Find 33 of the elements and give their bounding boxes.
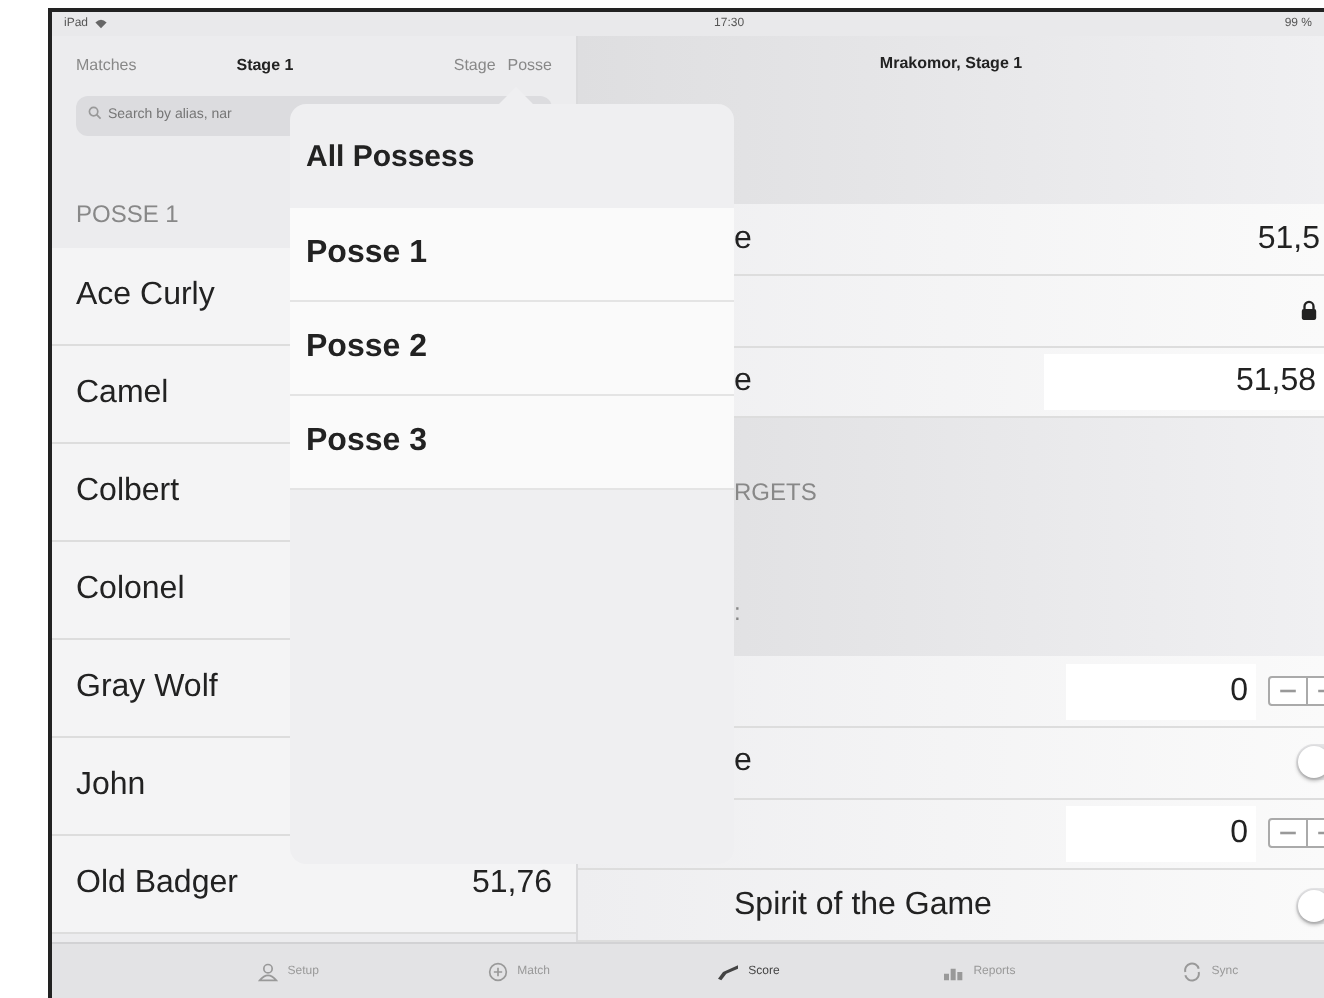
section-header: POSSE 1 (76, 200, 179, 228)
lock-icon (1300, 300, 1318, 321)
detail-title: Mrakomor, Stage 1 (879, 54, 1023, 73)
row-label: e (734, 363, 752, 400)
count-field[interactable]: 0 (1066, 805, 1256, 862)
row-value: 51,5 (1257, 221, 1320, 258)
person-icon (255, 961, 280, 981)
posse-option[interactable]: Posse 3 (290, 396, 734, 490)
row-label: e (734, 744, 752, 781)
section-subheader: : (732, 595, 743, 630)
shooter-name: John (76, 768, 146, 804)
posse-option[interactable]: Posse 2 (290, 302, 734, 396)
panel-title: Stage 1 (236, 55, 294, 73)
shooter-name: Colbert (76, 474, 180, 510)
shooter-name: Old Badger (76, 866, 238, 902)
wifi-icon (94, 18, 109, 30)
shooter-name: Ace Curly (76, 278, 215, 314)
value-field[interactable]: 51,58 (1044, 353, 1324, 410)
section-header: RGETS (732, 476, 819, 511)
plus-circle-icon (485, 961, 510, 981)
shooter-score: 51,76 (471, 866, 552, 902)
row-label: Spirit of the Game (734, 887, 992, 924)
row-label: e (734, 221, 752, 258)
shooter-name: Colonel (76, 572, 185, 608)
popover-title: All Possess (304, 137, 477, 177)
stepper[interactable] (1268, 676, 1324, 707)
count-field[interactable]: 0 (1066, 663, 1256, 720)
search-icon (88, 106, 102, 120)
sync-icon (1179, 961, 1204, 981)
stepper[interactable] (1268, 818, 1324, 849)
shooter-name: Camel (76, 376, 169, 412)
shooter-name: Gray Wolf (76, 670, 218, 706)
posse-option[interactable]: Posse 1 (290, 208, 734, 302)
